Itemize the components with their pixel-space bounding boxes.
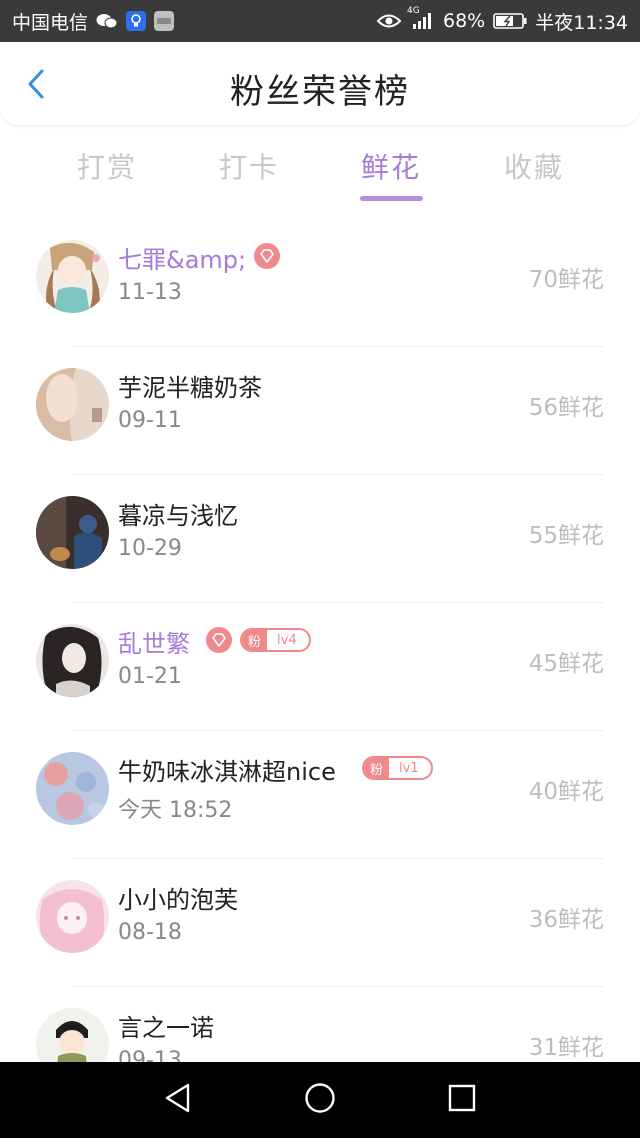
flower-count: 31鲜花: [528, 1035, 604, 1061]
clock: 半夜11:34: [535, 11, 628, 34]
flower-count: 36鲜花: [528, 907, 604, 933]
battery-icon: [493, 13, 527, 29]
divider: [72, 986, 604, 987]
nav-back-button[interactable]: [158, 1080, 198, 1120]
hms-icon: [154, 11, 175, 31]
fan-label: 粉: [364, 758, 390, 778]
network-label: 4G: [407, 6, 420, 16]
date-label: 09-11: [118, 408, 182, 433]
user-name: 乱世繁: [118, 630, 190, 658]
divider: [72, 346, 604, 347]
avatar: [36, 880, 109, 953]
avatar: [36, 752, 109, 825]
divider: [72, 858, 604, 859]
user-name: 牛奶味冰淇淋超nice: [118, 758, 336, 786]
divider: [72, 730, 604, 731]
date-label: 01-21: [118, 664, 182, 689]
system-nav-bar: [0, 1062, 640, 1138]
list-item[interactable]: 牛奶味冰淇淋超nice 粉 lv1 今天 18:52 40鲜花: [0, 734, 640, 862]
page-title: 粉丝荣誉榜: [230, 72, 410, 112]
list-item[interactable]: 小小的泡芙 08-18 36鲜花: [0, 862, 640, 990]
flower-count: 70鲜花: [528, 267, 604, 293]
fan-level-badge: 粉 lv1: [362, 756, 433, 780]
eye-icon: [377, 13, 401, 29]
level-label: lv4: [277, 632, 297, 648]
user-name: 七罪&amp;: [118, 246, 247, 274]
triangle-back-icon: [163, 1082, 193, 1118]
nav-recents-button[interactable]: [442, 1080, 482, 1120]
list-item[interactable]: 七罪&amp; 11-13 70鲜花: [0, 222, 640, 350]
divider: [72, 474, 604, 475]
active-tab-indicator: [360, 196, 423, 201]
flower-count: 56鲜花: [528, 395, 604, 421]
carrier-label: 中国电信: [12, 11, 89, 34]
tab-bar: 打赏 打卡 鲜花 收藏: [0, 130, 640, 210]
date-label: 08-18: [118, 920, 182, 945]
diamond-badge-icon: [254, 243, 280, 269]
fan-label: 粉: [242, 630, 268, 650]
user-name: 小小的泡芙: [118, 886, 238, 914]
nav-home-button[interactable]: [300, 1080, 340, 1120]
circle-home-icon: [304, 1082, 336, 1118]
list-item[interactable]: 暮凉与浅忆 10-29 55鲜花: [0, 478, 640, 606]
avatar: [36, 240, 109, 313]
fan-level-badge: 粉 lv4: [240, 628, 311, 652]
tab-flowers[interactable]: 鲜花: [331, 146, 451, 186]
bulb-icon: [126, 11, 147, 31]
battery-percent: 68%: [443, 10, 486, 32]
flower-count: 45鲜花: [528, 651, 604, 677]
flower-count: 40鲜花: [528, 779, 604, 805]
user-name: 芋泥半糖奶茶: [118, 374, 262, 402]
status-bar: 中国电信 4G 68% 半夜11:34: [0, 0, 640, 42]
list-item[interactable]: 乱世繁 粉 lv4 01-21 45鲜花: [0, 606, 640, 734]
avatar: [36, 368, 109, 441]
avatar: [36, 496, 109, 569]
date-label: 今天 18:52: [118, 798, 233, 823]
tab-reward[interactable]: 打赏: [47, 146, 167, 186]
wechat-icon: [96, 12, 118, 30]
level-label: lv1: [399, 760, 419, 776]
user-name: 暮凉与浅忆: [118, 502, 238, 530]
date-label: 10-29: [118, 536, 182, 561]
diamond-badge-icon: [206, 627, 232, 653]
date-label: 11-13: [118, 280, 182, 305]
header: 粉丝荣誉榜: [0, 42, 640, 126]
user-name: 言之一诺: [118, 1014, 214, 1042]
list-item[interactable]: 芋泥半糖奶茶 09-11 56鲜花: [0, 350, 640, 478]
divider: [72, 602, 604, 603]
tab-checkin[interactable]: 打卡: [189, 146, 309, 186]
flower-count: 55鲜花: [528, 523, 604, 549]
tab-favorites[interactable]: 收藏: [474, 146, 594, 186]
avatar: [36, 624, 109, 697]
square-recents-icon: [447, 1083, 477, 1117]
signal-icon: 4G: [407, 6, 435, 30]
